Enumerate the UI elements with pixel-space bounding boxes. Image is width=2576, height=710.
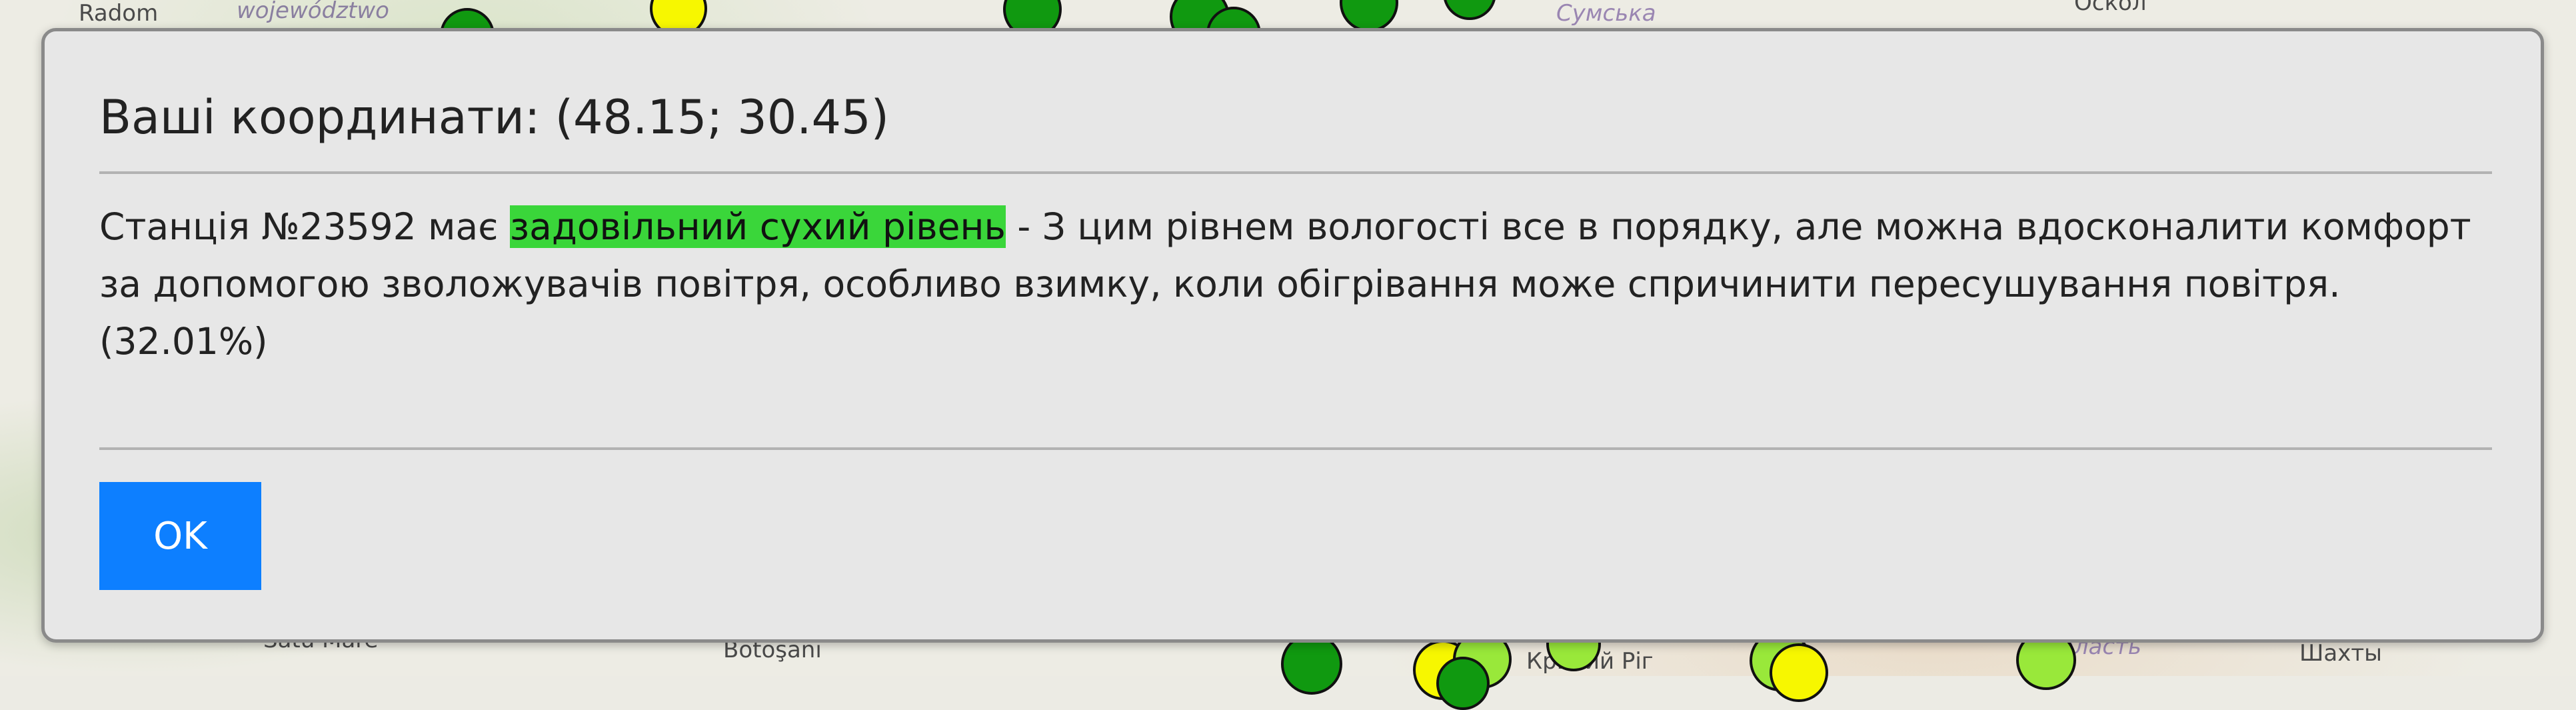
dialog-title: Ваші координати: (48.15; 30.45) bbox=[99, 90, 889, 145]
station-marker[interactable] bbox=[1443, 0, 1496, 20]
map-label-wojewodztwo: województwo bbox=[237, 0, 389, 24]
station-marker[interactable] bbox=[1340, 0, 1398, 32]
map-label-sumska: Сумська bbox=[1556, 0, 1656, 27]
station-text-prefix: Станція №23592 має bbox=[99, 205, 510, 248]
dialog-divider-top bbox=[99, 171, 2492, 174]
map-label-radom: Radom bbox=[79, 0, 159, 27]
station-info-dialog: Ваші координати: (48.15; 30.45) Станція … bbox=[41, 28, 2544, 643]
humidity-level-highlight: задовільний сухий рівень bbox=[509, 205, 1006, 248]
map-label-oskol: Оскол bbox=[2074, 0, 2147, 16]
dialog-divider-bottom bbox=[99, 447, 2492, 450]
station-marker[interactable] bbox=[1436, 657, 1490, 710]
ok-button[interactable]: OK bbox=[99, 482, 261, 590]
map-label-shakhty: Шахты bbox=[2299, 640, 2382, 667]
humidity-percent: (32.01%) bbox=[99, 320, 268, 363]
station-marker[interactable] bbox=[1770, 643, 1828, 702]
dialog-body: Станція №23592 має задовільний сухий рів… bbox=[99, 198, 2499, 370]
